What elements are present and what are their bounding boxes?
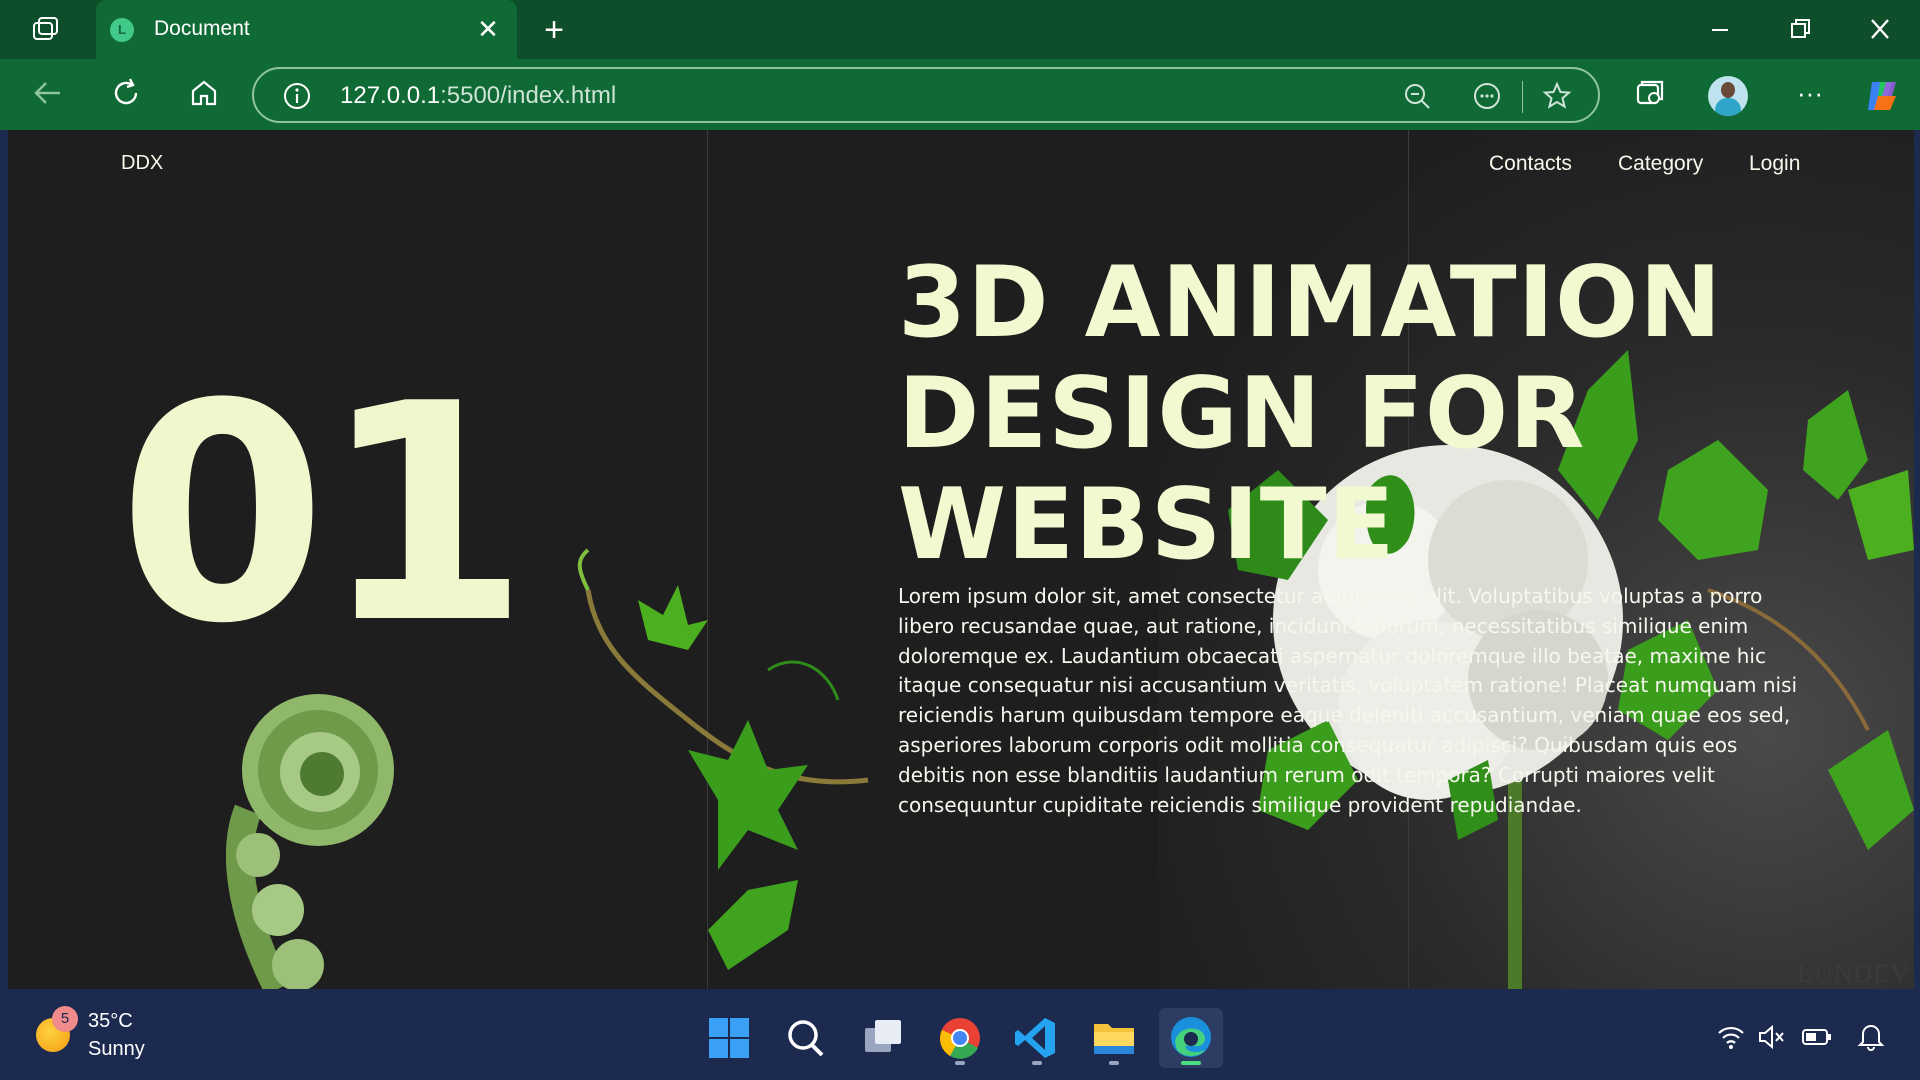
read-aloud-icon[interactable] xyxy=(1470,80,1504,114)
task-view-icon[interactable] xyxy=(851,1008,915,1068)
watermark: LUNDEV xyxy=(1797,959,1910,988)
taskbar: 5 35°C Sunny xyxy=(0,996,1920,1080)
hero-description: Lorem ipsum dolor sit, amet consectetur … xyxy=(898,584,1798,817)
home-icon[interactable] xyxy=(184,75,224,115)
notifications-bell-icon[interactable] xyxy=(1856,1020,1886,1052)
copilot-icon[interactable] xyxy=(1862,76,1902,116)
slide-number: 01 xyxy=(118,340,529,689)
collections-icon[interactable] xyxy=(1630,76,1670,116)
chrome-icon[interactable] xyxy=(928,1008,992,1068)
weather-badge: 5 xyxy=(52,1006,78,1032)
search-icon[interactable] xyxy=(774,1008,838,1068)
brand-logo[interactable]: DDX xyxy=(121,152,163,175)
tab-actions-icon[interactable] xyxy=(28,14,64,46)
nav-contacts[interactable]: Contacts xyxy=(1489,152,1572,176)
file-explorer-icon[interactable] xyxy=(1082,1008,1146,1068)
tab-bar: L Document ✕ + xyxy=(0,0,1920,59)
address-bar[interactable]: 127.0.0.1:5500/index.html xyxy=(252,67,1600,123)
nav-category[interactable]: Category xyxy=(1618,152,1703,176)
tab-title: Document xyxy=(154,17,250,40)
tab-close-icon[interactable]: ✕ xyxy=(471,12,505,46)
hero-headline: 3D ANIMATION DESIGN FOR WEBSITE xyxy=(898,246,1723,582)
refresh-icon[interactable] xyxy=(106,75,146,115)
site-info-icon[interactable] xyxy=(280,80,314,114)
vscode-icon[interactable] xyxy=(1005,1008,1069,1068)
page-viewport: DDX Contacts Category Login 01 3D ANIMAT… xyxy=(8,130,1914,989)
zoom-out-icon[interactable] xyxy=(1400,80,1434,114)
weather-temperature: 35°C xyxy=(88,1010,133,1032)
weather-condition: Sunny xyxy=(88,1038,145,1060)
favicon-icon: L xyxy=(110,18,134,42)
weather-widget[interactable]: 5 35°C Sunny xyxy=(30,996,160,1080)
wifi-icon[interactable] xyxy=(1716,1022,1746,1052)
profile-avatar[interactable] xyxy=(1708,76,1748,116)
battery-icon[interactable] xyxy=(1800,1022,1834,1052)
nav-login[interactable]: Login xyxy=(1749,152,1800,176)
close-window-icon[interactable] xyxy=(1860,14,1900,44)
url-path: :5500/index.html xyxy=(440,82,617,109)
explorer-running-dot xyxy=(1109,1061,1119,1065)
edge-icon[interactable] xyxy=(1159,1008,1223,1068)
back-icon[interactable] xyxy=(28,75,68,115)
favorite-star-icon[interactable] xyxy=(1540,80,1574,114)
url-divider xyxy=(1522,81,1523,113)
volume-muted-icon[interactable] xyxy=(1756,1022,1786,1052)
tab-document[interactable]: L Document ✕ xyxy=(96,0,517,59)
url-host: 127.0.0.1 xyxy=(340,82,441,109)
url-text: 127.0.0.1:5500/index.html xyxy=(340,82,616,110)
new-tab-icon[interactable]: + xyxy=(536,10,572,50)
more-options-icon[interactable]: ··· xyxy=(1790,78,1830,114)
chrome-running-dot xyxy=(955,1061,965,1065)
minimize-icon[interactable] xyxy=(1700,14,1740,44)
fern-fiddlehead-illustration xyxy=(225,694,394,989)
windows-start-icon[interactable] xyxy=(697,1008,761,1068)
restore-icon[interactable] xyxy=(1780,14,1820,44)
vscode-running-dot xyxy=(1032,1061,1042,1065)
edge-active-dot xyxy=(1181,1061,1201,1065)
